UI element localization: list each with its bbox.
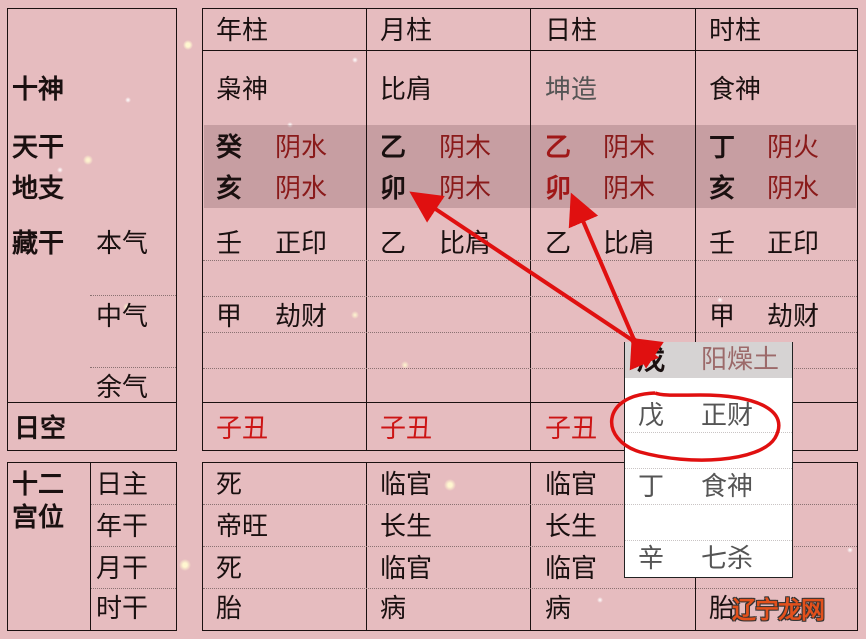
pillar-header: 时柱	[709, 16, 762, 46]
watermark-logo: 辽宁龙网	[732, 596, 825, 624]
palace-month-shigan: 病	[380, 594, 407, 624]
label-twelve-palace-1: 十二	[12, 470, 65, 500]
dizhi-char: 亥	[709, 174, 736, 204]
canggan-gan: 甲	[709, 302, 736, 332]
popup-header-wuxing: 阳燥土	[701, 345, 780, 375]
divider	[530, 8, 531, 451]
label-shigan: 时干	[96, 594, 149, 624]
tiangan-char: 癸	[216, 133, 243, 163]
pillar-shishen: 比肩	[380, 75, 433, 105]
palace-month-yuegan: 临官	[380, 554, 433, 584]
tiangan-wuxing: 阴木	[439, 133, 492, 163]
divider	[625, 468, 792, 469]
palace-year-yuegan: 死	[216, 554, 243, 584]
pillar-shishen: 枭神	[216, 75, 269, 105]
label-zhongqi: 中气	[96, 302, 149, 332]
canggan-god: 劫财	[275, 302, 328, 332]
label-tiangan: 天干	[12, 133, 65, 163]
divider	[203, 588, 857, 589]
label-rikong: 日空	[14, 414, 67, 444]
divider	[90, 295, 176, 296]
tiangan-wuxing: 阴水	[275, 133, 328, 163]
tiangan-char: 丁	[709, 133, 736, 163]
canggan-god: 比肩	[439, 229, 492, 259]
canggan-god: 劫财	[767, 302, 820, 332]
rikong-value: 子丑	[216, 414, 269, 444]
canggan-god: 正印	[767, 229, 820, 259]
dizhi-wuxing: 阴木	[603, 174, 656, 204]
canggan-gan: 壬	[709, 229, 736, 259]
dizhi-wuxing: 阴水	[767, 174, 820, 204]
palace-year-niangan: 帝旺	[216, 512, 269, 542]
label-shishen: 十神	[12, 75, 65, 105]
popup-row-gan: 戊	[638, 401, 665, 431]
tiangan-wuxing: 阴木	[603, 133, 656, 163]
label-twelve-palace-2: 宫位	[12, 503, 65, 533]
canggan-gan: 甲	[216, 302, 243, 332]
canggan-gan: 壬	[216, 229, 243, 259]
popup-row-gan: 丁	[638, 472, 665, 502]
label-dizhi: 地支	[12, 174, 65, 204]
divider	[7, 402, 177, 403]
pillar-shishen: 坤造	[545, 75, 598, 105]
palace-year-rizhu: 死	[216, 470, 243, 500]
palace-month-niangan: 长生	[380, 512, 433, 542]
popup-row-gan: 辛	[638, 544, 665, 574]
divider	[90, 367, 176, 368]
popup-row-god: 食神	[701, 472, 754, 502]
popup-row-god: 七杀	[701, 544, 754, 574]
rikong-value: 子丑	[545, 414, 598, 444]
divider	[625, 540, 792, 541]
divider	[91, 504, 176, 505]
pillar-header: 日柱	[545, 16, 598, 46]
pillar-header: 月柱	[380, 16, 433, 46]
divider	[203, 332, 857, 333]
hidden-stem-popup: 戊 阳燥土 戊 正财 丁 食神 辛 七杀	[624, 342, 793, 578]
pillar-shishen: 食神	[709, 75, 762, 105]
divider	[625, 432, 792, 433]
tiangan-wuxing: 阴火	[767, 133, 820, 163]
label-rizhu: 日主	[96, 470, 149, 500]
palace-day-rizhu: 临官	[545, 470, 598, 500]
palace-month-rizhu: 临官	[380, 470, 433, 500]
divider	[203, 260, 857, 261]
palace-day-shigan: 病	[545, 594, 572, 624]
canggan-gan: 乙	[380, 229, 407, 259]
dizhi-char: 卯	[545, 174, 572, 204]
dizhi-wuxing: 阴水	[275, 174, 328, 204]
palace-year-shigan: 胎	[216, 594, 243, 624]
label-canggan: 藏干	[12, 229, 65, 259]
divider	[366, 8, 367, 451]
tiangan-char: 乙	[380, 133, 407, 163]
canggan-god: 正印	[275, 229, 328, 259]
dizhi-char: 卯	[380, 174, 407, 204]
palace-day-niangan: 长生	[545, 512, 598, 542]
popup-header-char: 戊	[637, 343, 666, 376]
label-benqi: 本气	[96, 229, 149, 259]
palace-day-yuegan: 临官	[545, 554, 598, 584]
rikong-value: 子丑	[380, 414, 433, 444]
label-niangan: 年干	[96, 512, 149, 542]
tiangan-char: 乙	[545, 133, 572, 163]
divider	[91, 588, 176, 589]
canggan-gan: 乙	[545, 229, 572, 259]
canggan-god: 比肩	[603, 229, 656, 259]
pillar-header: 年柱	[216, 16, 269, 46]
popup-row-god: 正财	[701, 401, 754, 431]
divider	[203, 296, 857, 297]
dizhi-char: 亥	[216, 174, 243, 204]
divider	[91, 546, 176, 547]
label-yuqi: 余气	[96, 373, 149, 403]
dizhi-wuxing: 阴木	[439, 174, 492, 204]
divider	[625, 504, 792, 505]
label-yuegan: 月干	[96, 554, 149, 584]
